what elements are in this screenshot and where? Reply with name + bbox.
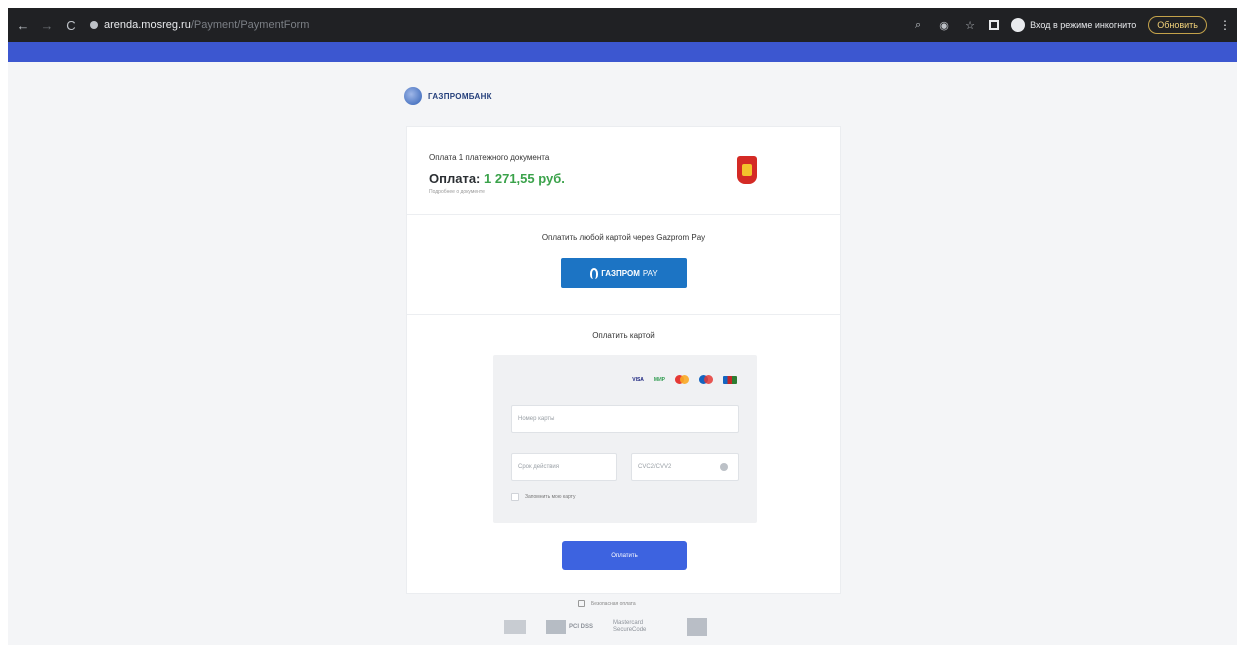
browser-toolbar: ← → C arenda.mosreg.ru /Payment/PaymentF… — [8, 8, 1237, 42]
top-bar — [8, 42, 1237, 62]
lock-icon — [90, 21, 98, 29]
bank-header: ГАЗПРОМБАНК — [404, 87, 492, 105]
pci-badge: PCI DSS — [546, 620, 593, 634]
document-title: Оплата 1 платежного документа — [429, 153, 550, 162]
gazprom-pay-section: Оплатить любой картой через Gazprom Pay … — [407, 215, 840, 315]
reload-icon[interactable]: C — [62, 16, 80, 34]
back-icon[interactable]: ← — [14, 16, 32, 34]
card-payment-section: Оплатить картой VISA МИР Номер карты Сро… — [407, 315, 840, 593]
gazprom-flame-icon — [590, 267, 599, 279]
incognito-icon[interactable]: ◉ — [937, 19, 951, 32]
help-icon[interactable] — [720, 463, 728, 471]
jcb-logo-icon — [723, 375, 737, 384]
avatar — [1011, 18, 1026, 32]
coat-of-arms-icon — [737, 156, 757, 184]
visa-logo-icon: VISA — [632, 376, 644, 383]
mastercard-logo-icon — [675, 375, 689, 384]
address-bar[interactable]: arenda.mosreg.ru /Payment/PaymentForm — [90, 19, 309, 31]
security-badges: PCI DSS Mastercard SecureCode — [504, 618, 708, 636]
menu-icon[interactable]: ⋮ — [1219, 18, 1231, 32]
remember-card-checkbox[interactable] — [511, 493, 519, 501]
payment-summary: Оплата 1 платежного документа Оплата: 1 … — [407, 127, 840, 215]
payment-amount: 1 271,55 руб. — [484, 171, 565, 186]
pci-logo-icon — [546, 620, 566, 634]
pci-label: PCI DSS — [569, 624, 594, 630]
star-icon[interactable]: ☆ — [963, 19, 977, 32]
sidebar-icon[interactable] — [989, 20, 1000, 30]
lock-icon — [578, 600, 585, 607]
gazprom-pay-title: Оплатить любой картой через Gazprom Pay — [541, 233, 706, 242]
pay-label: Оплата: — [429, 171, 481, 186]
card-number-field[interactable]: Номер карты — [511, 405, 739, 433]
payment-card: Оплата 1 платежного документа Оплата: 1 … — [406, 126, 841, 594]
pay-button[interactable]: Оплатить — [562, 541, 687, 570]
forward-icon[interactable]: → — [38, 16, 56, 34]
gazprom-pay-suffix: PAY — [642, 268, 658, 278]
bank-logo-icon — [404, 87, 422, 105]
card-payment-title: Оплатить картой — [592, 331, 655, 340]
page: ← → C arenda.mosreg.ru /Payment/PaymentF… — [8, 8, 1237, 645]
mastercard-securecode-badge: Mastercard SecureCode — [613, 620, 647, 633]
zoom-icon[interactable]: ⌕ — [911, 19, 925, 32]
bank-name: ГАЗПРОМБАНК — [428, 91, 492, 101]
url-host: arenda.mosreg.ru — [104, 19, 191, 31]
visa-secure-badge-icon — [504, 620, 526, 634]
secure-payment: Безопасная оплата — [578, 600, 636, 607]
secure-label: Безопасная оплата — [591, 600, 636, 607]
mir-logo-icon: МИР — [653, 376, 665, 383]
mir-accept-badge-icon — [687, 618, 708, 636]
card-logos: VISA МИР — [632, 375, 737, 384]
cvv-field[interactable]: CVC2/CVV2 — [631, 453, 739, 481]
expiry-field[interactable]: Срок действия — [511, 453, 617, 481]
url-path: /Payment/PaymentForm — [190, 19, 310, 31]
profile-label: Вход в режиме инкогнито — [1030, 20, 1137, 30]
card-form: VISA МИР Номер карты Срок действия CVC2/… — [493, 355, 757, 523]
remember-card-label: Запомнить мою карту — [525, 494, 576, 500]
profile-chip[interactable]: Вход в режиме инкогнито — [1011, 18, 1136, 32]
gazprom-pay-brand: ГАЗПРОМ — [601, 268, 640, 278]
cvv-placeholder: CVC2/CVV2 — [638, 464, 672, 470]
payment-amount-line: Оплата: 1 271,55 руб. — [429, 171, 565, 186]
gazprom-pay-button[interactable]: ГАЗПРОМ PAY — [561, 258, 687, 288]
document-note[interactable]: Подробнее о документе — [429, 189, 485, 195]
remember-card[interactable]: Запомнить мою карту — [511, 493, 576, 501]
maestro-logo-icon — [699, 375, 713, 384]
update-button[interactable]: Обновить — [1148, 16, 1207, 34]
